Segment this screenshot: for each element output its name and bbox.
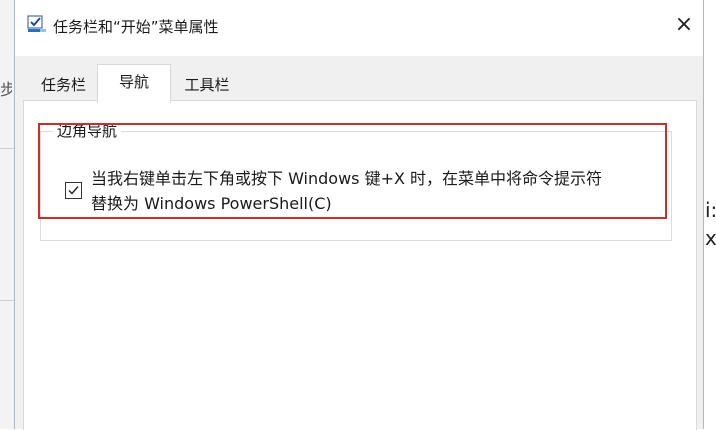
close-button[interactable]: × bbox=[669, 10, 699, 40]
tab-strip: 任务栏 导航 工具栏 bbox=[15, 56, 703, 103]
tab-navigation[interactable]: 导航 bbox=[97, 64, 171, 103]
tab-taskbar[interactable]: 任务栏 bbox=[30, 70, 97, 100]
background-right-text: i: x bbox=[705, 196, 716, 252]
properties-dialog: 任务栏和“开始”菜单属性 × 任务栏 导航 工具栏 边角导航 当我右键单击左下角… bbox=[14, 0, 704, 430]
powershell-replace-label[interactable]: 当我右键单击左下角或按下 Windows 键+X 时，在菜单中将命令提示符 替换… bbox=[91, 166, 671, 216]
checkbox-label-line: 替换为 Windows PowerShell(C) bbox=[91, 194, 332, 213]
navigation-tab-panel: 边角导航 当我右键单击左下角或按下 Windows 键+X 时，在菜单中将命令提… bbox=[23, 100, 697, 430]
background-right-text-line: i: bbox=[705, 198, 716, 222]
group-title: 边角导航 bbox=[53, 120, 122, 141]
background-right-text-line: x bbox=[705, 226, 716, 250]
corner-navigation-group: 边角导航 当我右键单击左下角或按下 Windows 键+X 时，在菜单中将命令提… bbox=[40, 120, 672, 241]
powershell-replace-checkbox[interactable] bbox=[65, 182, 82, 199]
checkbox-label-line: 当我右键单击左下角或按下 Windows 键+X 时，在菜单中将命令提示符 bbox=[91, 169, 603, 188]
dialog-titlebar[interactable]: 任务栏和“开始”菜单属性 × bbox=[15, 0, 703, 56]
taskbar-properties-icon bbox=[27, 14, 47, 34]
checkmark-icon bbox=[68, 186, 79, 195]
background-left-text: 步 bbox=[0, 80, 12, 99]
tab-toolbars[interactable]: 工具栏 bbox=[171, 70, 243, 100]
dialog-title: 任务栏和“开始”菜单属性 bbox=[53, 18, 219, 36]
